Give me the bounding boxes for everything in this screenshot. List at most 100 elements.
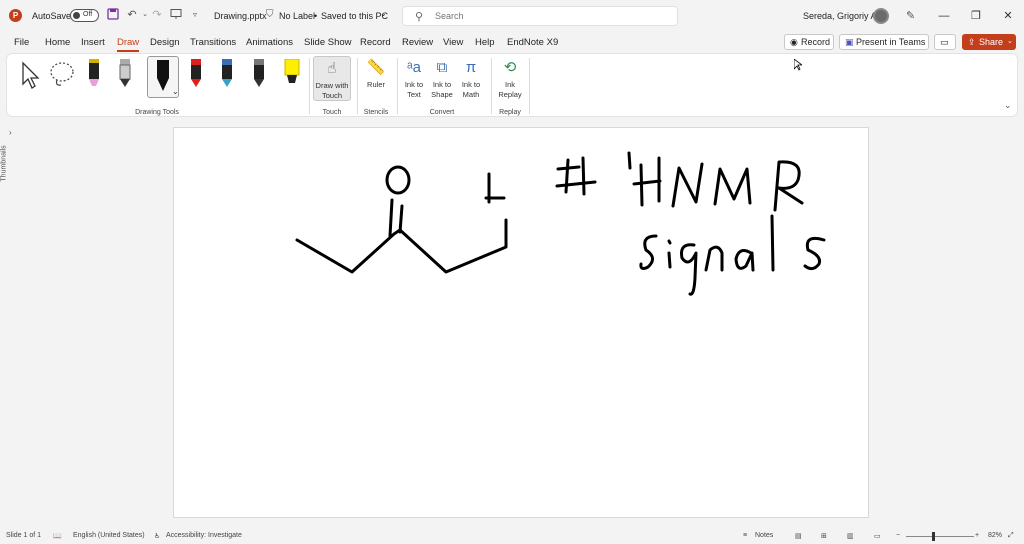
group-label-convert: Convert <box>429 109 455 116</box>
pen-black-selected[interactable]: ⌄ <box>147 56 179 98</box>
search-box[interactable]: ⚲ <box>402 6 678 26</box>
sensitivity-shield-icon[interactable]: ⛉ <box>266 9 274 20</box>
divider <box>357 58 358 114</box>
record-button[interactable]: ◉ Record <box>784 34 834 50</box>
zoom-level[interactable]: 82% <box>988 532 1002 539</box>
chevron-down-icon[interactable]: ⌄ <box>380 9 387 18</box>
expand-thumbnails-icon[interactable]: › <box>9 128 12 137</box>
fit-to-window-icon[interactable]: ⤢ <box>1008 532 1014 540</box>
notes-button[interactable]: Notes <box>755 532 773 539</box>
tab-review[interactable]: Review <box>402 37 433 48</box>
hydrogen-mark-ink <box>484 172 506 204</box>
zoom-slider-thumb[interactable] <box>932 532 935 541</box>
tab-record[interactable]: Record <box>360 37 391 48</box>
customize-qat-icon[interactable]: ▿ <box>188 8 202 22</box>
pen-icon[interactable]: ✎ <box>906 9 915 22</box>
tab-animations[interactable]: Animations <box>246 37 293 48</box>
accessibility-icon[interactable]: ♿ <box>154 532 160 540</box>
comments-button[interactable]: ▭ <box>934 34 956 50</box>
ink-to-shape-label: Ink to Shape <box>431 80 453 99</box>
divider <box>309 58 310 114</box>
tab-help[interactable]: Help <box>475 37 495 48</box>
autosave-state: Off <box>83 11 93 18</box>
powerpoint-logo-icon: P <box>9 9 22 22</box>
tab-draw[interactable]: Draw <box>117 37 140 52</box>
notes-icon[interactable]: ≡ <box>743 532 747 539</box>
slide-sorter-icon[interactable]: ⊞ <box>821 532 827 540</box>
undo-icon[interactable]: ↶ <box>125 8 139 22</box>
slideshow-from-beginning-icon[interactable] <box>169 8 183 22</box>
status-bar: Slide 1 of 1 📖 English (United States) ♿… <box>0 529 1024 544</box>
sensitivity-label[interactable]: No Label <box>279 11 315 21</box>
collapse-ribbon-icon[interactable]: ⌄ <box>1004 100 1012 111</box>
toggle-knob <box>73 12 80 19</box>
zoom-in-icon[interactable]: + <box>975 532 979 539</box>
pen-gray-icon[interactable] <box>118 59 132 87</box>
language-status[interactable]: English (United States) <box>73 532 145 539</box>
tab-transitions[interactable]: Transitions <box>190 37 236 48</box>
reading-view-icon[interactable]: ▥ <box>847 532 854 540</box>
accessibility-status[interactable]: Accessibility: Investigate <box>166 532 242 539</box>
ink-replay-label: Ink Replay <box>498 80 522 99</box>
zoom-out-icon[interactable]: − <box>896 532 900 539</box>
ink-to-math-icon: π <box>465 59 477 76</box>
thumbnails-pane[interactable]: › Thumbnails <box>0 120 22 530</box>
minimize-icon[interactable]: — <box>928 0 960 32</box>
slideshow-view-icon[interactable]: ▭ <box>874 532 881 540</box>
close-icon[interactable]: ✕ <box>992 0 1024 32</box>
present-in-teams-button[interactable]: ▣ Present in Teams <box>839 34 929 50</box>
divider <box>397 58 398 114</box>
tab-insert[interactable]: Insert <box>81 37 105 48</box>
filename: Drawing.pptx <box>214 11 267 21</box>
ink-to-math-label: Ink to Math <box>461 80 481 99</box>
ink-to-text-button[interactable]: ᵃa Ink to Text <box>401 58 427 100</box>
ink-to-shape-button[interactable]: ⧉ Ink to Shape <box>429 58 455 100</box>
autosave-label: AutoSave <box>32 11 72 21</box>
restore-icon[interactable]: ❐ <box>960 0 992 32</box>
autosave-toggle[interactable]: Off <box>70 9 99 22</box>
redo-icon[interactable]: ↷ <box>150 8 164 22</box>
lasso-select-icon[interactable] <box>47 60 77 90</box>
chevron-down-icon: ⌄ <box>1007 38 1013 45</box>
tab-slide-show[interactable]: Slide Show <box>304 37 352 48</box>
pencil-pink-icon[interactable] <box>87 59 101 87</box>
user-name[interactable]: Sereda, Grigoriy A <box>803 11 877 21</box>
search-icon: ⚲ <box>415 11 424 23</box>
tab-endnote[interactable]: EndNote X9 <box>507 37 558 48</box>
letter-n2-ink <box>704 245 724 272</box>
select-tool-icon[interactable] <box>17 60 43 90</box>
normal-view-icon[interactable]: ▤ <box>795 532 802 540</box>
search-input[interactable] <box>435 9 665 23</box>
pen-dark-icon[interactable] <box>252 59 266 87</box>
zoom-slider[interactable] <box>906 532 974 541</box>
hash-symbol-ink <box>555 156 597 196</box>
divider <box>491 58 492 114</box>
tab-view[interactable]: View <box>443 37 463 48</box>
pen-red-icon[interactable] <box>189 59 203 87</box>
draw-with-touch-button[interactable]: ☝ Draw with Touch <box>313 56 351 101</box>
letter-s-ink <box>639 234 658 270</box>
save-icon[interactable] <box>106 8 120 22</box>
tab-file[interactable]: File <box>14 37 29 48</box>
ink-to-shape-icon: ⧉ <box>436 59 448 76</box>
tab-home[interactable]: Home <box>45 37 70 48</box>
letter-a-ink <box>734 249 755 272</box>
ruler-button[interactable]: 📏 Ruler <box>361 58 391 90</box>
letter-g-ink <box>680 243 698 296</box>
oxygen-atom-ink <box>385 165 411 195</box>
ink-to-math-button[interactable]: π Ink to Math <box>457 58 485 100</box>
spell-check-icon[interactable]: 📖 <box>53 532 62 540</box>
letter-n-ink <box>671 162 704 208</box>
mouse-cursor-icon <box>793 58 804 73</box>
avatar[interactable] <box>873 8 889 24</box>
share-button[interactable]: ⇪ Share ⌄ <box>962 34 1016 50</box>
pen-galaxy-icon[interactable] <box>220 59 234 87</box>
highlighter-yellow-icon[interactable] <box>283 58 301 87</box>
ink-to-text-label: Ink to Text <box>404 80 424 99</box>
ink-drawing <box>295 151 826 296</box>
save-status[interactable]: Saved to this PC <box>321 11 388 21</box>
tab-design[interactable]: Design <box>150 37 180 48</box>
record-label: Record <box>801 37 831 47</box>
slide-canvas[interactable] <box>173 127 869 518</box>
ink-replay-button[interactable]: ⟲ Ink Replay <box>495 58 525 100</box>
